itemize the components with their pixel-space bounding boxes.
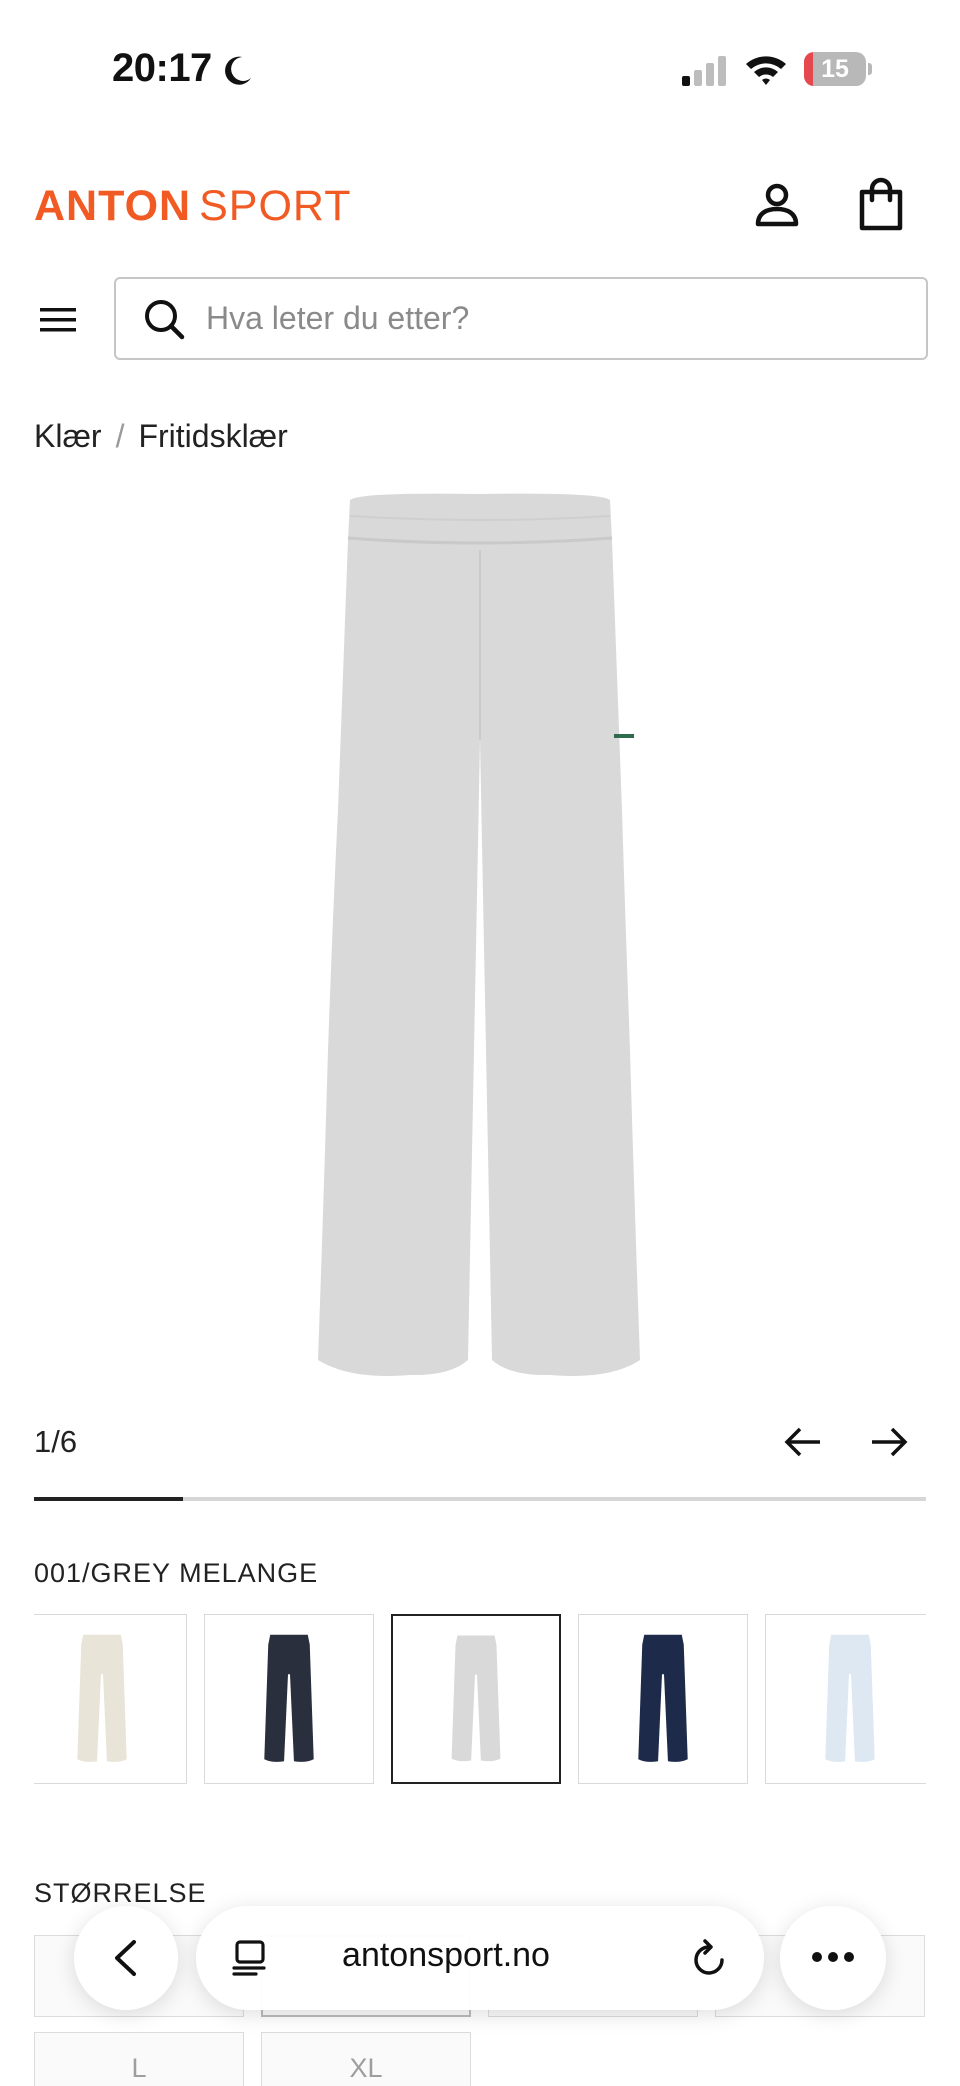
breadcrumb-item-fritidsklaer[interactable]: Fritidsklær — [138, 418, 287, 455]
browser-more-button[interactable] — [780, 1906, 886, 2010]
color-label: 001/GREY MELANGE — [34, 1558, 319, 1588]
color-swatch[interactable] — [765, 1614, 926, 1784]
search-box[interactable] — [114, 277, 928, 360]
gallery-progress-track — [34, 1497, 926, 1501]
arrow-left-icon[interactable] — [782, 1424, 824, 1460]
status-time: 20:17 — [112, 46, 212, 90]
color-swatch[interactable] — [204, 1614, 374, 1784]
color-swatches — [34, 1614, 926, 1784]
url-text[interactable]: antonsport.no — [286, 1936, 606, 1975]
product-image[interactable] — [300, 490, 660, 1395]
moon-icon — [225, 56, 251, 85]
breadcrumb: Klær / Fritidsklær — [34, 418, 288, 455]
status-bar: 20:17 15 — [0, 0, 960, 130]
shopping-bag-icon[interactable] — [856, 176, 906, 232]
size-row: L XL — [34, 2032, 926, 2086]
size-option-l[interactable]: L — [34, 2032, 244, 2086]
size-label: STØRRELSE — [34, 1878, 207, 1908]
swatch-pants-image — [264, 1634, 314, 1762]
battery-percent: 15 — [821, 55, 849, 83]
search-input[interactable] — [206, 300, 886, 337]
size-option-label: L — [131, 2053, 147, 2083]
logo-text-anton: ANTON — [34, 181, 192, 230]
logo-text-sport: SPORT — [199, 181, 352, 230]
size-option-xl[interactable]: XL — [261, 2032, 471, 2086]
menu-icon[interactable] — [38, 300, 78, 340]
swatch-pants-image — [638, 1634, 688, 1762]
breadcrumb-separator: / — [115, 418, 125, 454]
breadcrumb-item-klaer[interactable]: Klær — [34, 418, 102, 455]
reload-icon[interactable] — [690, 1938, 730, 1980]
gallery-progress-fill — [34, 1497, 183, 1501]
color-swatch[interactable] — [391, 1614, 561, 1784]
swatch-pants-image — [77, 1634, 127, 1762]
browser-address-bar[interactable]: antonsport.no — [196, 1906, 764, 2010]
swatch-pants-image — [451, 1635, 501, 1762]
battery-icon: 15 — [804, 52, 872, 86]
chevron-left-icon — [115, 1940, 136, 1976]
color-swatch[interactable] — [578, 1614, 748, 1784]
more-icon — [812, 1952, 854, 1962]
gallery-counter: 1/6 — [34, 1424, 78, 1459]
size-option-label: XL — [349, 2053, 383, 2083]
browser-back-button[interactable] — [74, 1906, 178, 2010]
tabs-icon[interactable] — [230, 1938, 270, 1978]
arrow-right-icon[interactable] — [868, 1424, 910, 1460]
anton-sport-logo[interactable]: ANTON SPORT — [34, 178, 351, 234]
search-icon — [145, 299, 185, 339]
account-icon[interactable] — [752, 180, 802, 230]
color-swatch[interactable] — [34, 1614, 187, 1784]
wifi-icon — [746, 56, 786, 85]
signal-icon — [682, 56, 726, 86]
swatch-pants-image — [825, 1634, 875, 1762]
